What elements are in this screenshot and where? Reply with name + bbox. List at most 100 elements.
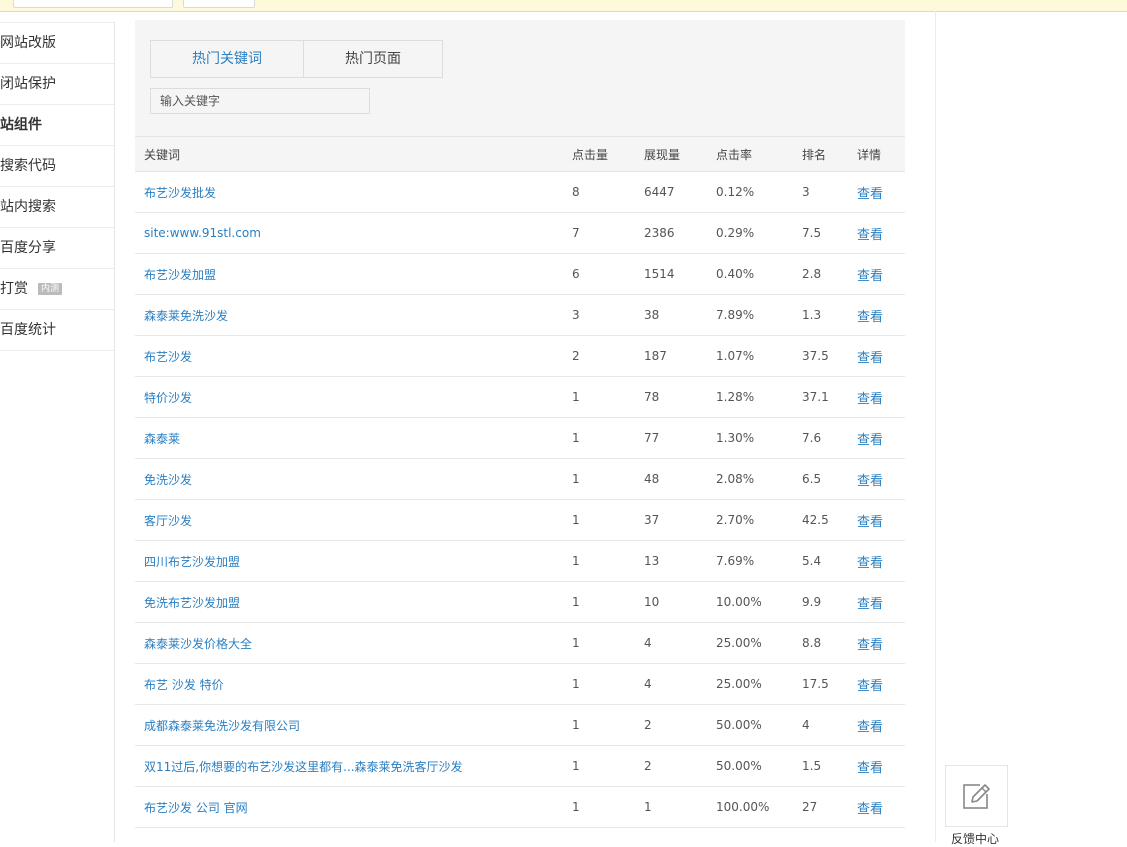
row-rank-cell: 2.8 bbox=[802, 254, 821, 294]
notice-bar-button[interactable] bbox=[183, 0, 255, 8]
row-ctr: 2.08% bbox=[716, 472, 755, 486]
row-ctr: 2.70% bbox=[716, 513, 755, 527]
row-clicks: 1 bbox=[572, 677, 580, 691]
sidebar-item[interactable]: 搜索代码 bbox=[0, 146, 114, 187]
table-row: 森泰莱沙发价格大全 1 4 25.00% 8.8 查看 bbox=[135, 623, 905, 664]
row-view-link[interactable]: 查看 bbox=[857, 429, 883, 448]
sidebar-item[interactable]: 打赏 内测 bbox=[0, 269, 114, 310]
sidebar-item[interactable]: 网站改版 bbox=[0, 22, 114, 64]
row-impressions-cell: 6447 bbox=[644, 172, 675, 212]
table-row: 特价沙发 1 78 1.28% 37.1 查看 bbox=[135, 377, 905, 418]
sidebar-item[interactable]: 百度统计 bbox=[0, 310, 114, 351]
row-keyword[interactable]: 双11过后,你想要的布艺沙发这里都有...森泰莱免洗客厅沙发 bbox=[144, 758, 463, 775]
row-view-link[interactable]: 查看 bbox=[857, 798, 883, 817]
feedback-button[interactable] bbox=[945, 765, 1008, 827]
row-view-link[interactable]: 查看 bbox=[857, 757, 883, 776]
tab-hot-pages[interactable]: 热门页面 bbox=[304, 41, 442, 77]
row-clicks: 8 bbox=[572, 185, 580, 199]
row-view-link-cell: 查看 bbox=[857, 377, 883, 417]
sidebar-item-label: 站组件 bbox=[0, 117, 42, 133]
row-rank-cell: 9.9 bbox=[802, 582, 821, 622]
row-view-link[interactable]: 查看 bbox=[857, 347, 883, 366]
row-view-link[interactable]: 查看 bbox=[857, 593, 883, 612]
row-keyword[interactable]: 特价沙发 bbox=[144, 389, 192, 406]
row-rank: 42.5 bbox=[802, 513, 829, 527]
row-keyword[interactable]: 布艺沙发加盟 bbox=[144, 266, 216, 283]
row-ctr-cell: 50.00% bbox=[716, 705, 762, 745]
row-view-link[interactable]: 查看 bbox=[857, 675, 883, 694]
row-clicks: 1 bbox=[572, 554, 580, 568]
row-view-link[interactable]: 查看 bbox=[857, 634, 883, 653]
row-clicks: 7 bbox=[572, 226, 580, 240]
row-view-link-cell: 查看 bbox=[857, 213, 883, 253]
row-rank: 2.8 bbox=[802, 267, 822, 281]
row-keyword[interactable]: 布艺沙发 公司 官网 bbox=[144, 799, 248, 816]
keyword-table: 关键词 点击量 展现量 点击率 排名 详情 布艺沙发批发 8 6447 0.12% 3 查… bbox=[135, 136, 905, 828]
row-clicks: 2 bbox=[572, 349, 580, 363]
row-ctr: 25.00% bbox=[716, 636, 762, 650]
sidebar-item[interactable]: 百度分享 bbox=[0, 228, 114, 269]
row-keyword-cell: 免洗布艺沙发加盟 bbox=[144, 582, 240, 622]
row-rank: 7.5 bbox=[802, 226, 822, 240]
row-keyword[interactable]: 森泰莱 bbox=[144, 430, 180, 447]
row-ctr: 7.69% bbox=[716, 554, 755, 568]
row-ctr-cell: 0.12% bbox=[716, 172, 754, 212]
row-keyword[interactable]: 森泰莱沙发价格大全 bbox=[144, 635, 252, 652]
row-ctr: 25.00% bbox=[716, 677, 762, 691]
row-view-link-cell: 查看 bbox=[857, 705, 883, 745]
row-keyword-cell: 客厅沙发 bbox=[144, 500, 192, 540]
row-view-link[interactable]: 查看 bbox=[857, 511, 883, 530]
row-keyword[interactable]: 成都森泰莱免洗沙发有限公司 bbox=[144, 717, 300, 734]
row-view-link[interactable]: 查看 bbox=[857, 265, 883, 284]
row-impressions-cell: 37 bbox=[644, 500, 659, 540]
row-keyword[interactable]: 布艺沙发批发 bbox=[144, 184, 216, 201]
table-body: 布艺沙发批发 8 6447 0.12% 3 查看 site:www.91stl.com 7 2 3… bbox=[135, 172, 905, 828]
row-rank: 17.5 bbox=[802, 677, 829, 691]
row-view-link[interactable]: 查看 bbox=[857, 224, 883, 243]
row-view-link[interactable]: 查看 bbox=[857, 183, 883, 202]
row-ctr-cell: 10.00% bbox=[716, 582, 762, 622]
sidebar-item-label: 打赏 bbox=[0, 281, 28, 297]
row-keyword[interactable]: 布艺沙发 bbox=[144, 348, 192, 365]
row-keyword-cell: 成都森泰莱免洗沙发有限公司 bbox=[144, 705, 300, 745]
row-view-link[interactable]: 查看 bbox=[857, 716, 883, 735]
row-clicks: 1 bbox=[572, 718, 580, 732]
keyword-search-input[interactable] bbox=[150, 88, 370, 114]
row-keyword[interactable]: site:www.91stl.com bbox=[144, 226, 261, 240]
sidebar-item[interactable]: 站组件 bbox=[0, 105, 114, 146]
notice-bar-input[interactable] bbox=[13, 0, 173, 8]
row-rank-cell: 3 bbox=[802, 172, 810, 212]
row-ctr-cell: 50.00% bbox=[716, 746, 762, 786]
sidebar-item-label: 站内搜索 bbox=[0, 199, 56, 215]
row-ctr: 1.07% bbox=[716, 349, 755, 363]
row-keyword[interactable]: 免洗沙发 bbox=[144, 471, 192, 488]
row-impressions: 4 bbox=[644, 677, 652, 691]
row-impressions-cell: 13 bbox=[644, 541, 659, 581]
row-view-link[interactable]: 查看 bbox=[857, 552, 883, 571]
table-row: 布艺沙发 2 187 1.07% 37.5 查看 bbox=[135, 336, 905, 377]
row-ctr: 0.40% bbox=[716, 267, 755, 281]
sidebar-item[interactable]: 闭站保护 bbox=[0, 64, 114, 105]
row-keyword[interactable]: 免洗布艺沙发加盟 bbox=[144, 594, 240, 611]
row-ctr: 10.00% bbox=[716, 595, 762, 609]
sidebar-item[interactable]: 站内搜索 bbox=[0, 187, 114, 228]
row-keyword[interactable]: 四川布艺沙发加盟 bbox=[144, 553, 240, 570]
row-rank: 9.9 bbox=[802, 595, 822, 609]
row-ctr-cell: 2.08% bbox=[716, 459, 754, 499]
row-view-link[interactable]: 查看 bbox=[857, 388, 883, 407]
row-view-link[interactable]: 查看 bbox=[857, 306, 883, 325]
beta-badge: 内测 bbox=[38, 283, 63, 295]
row-keyword[interactable]: 客厅沙发 bbox=[144, 512, 192, 529]
row-clicks: 1 bbox=[572, 472, 580, 486]
table-row: 客厅沙发 1 37 2.70% 42.5 查看 bbox=[135, 500, 905, 541]
row-ctr-cell: 25.00% bbox=[716, 664, 762, 704]
tab-hot-keywords[interactable]: 热门关键词 bbox=[151, 41, 304, 77]
row-clicks-cell: 2 bbox=[572, 336, 580, 376]
row-clicks: 1 bbox=[572, 431, 580, 445]
row-clicks-cell: 1 bbox=[572, 582, 580, 622]
row-keyword[interactable]: 布艺 沙发 特价 bbox=[144, 676, 224, 693]
row-rank-cell: 1.3 bbox=[802, 295, 821, 335]
row-impressions: 187 bbox=[644, 349, 667, 363]
row-keyword[interactable]: 森泰莱免洗沙发 bbox=[144, 307, 228, 324]
row-view-link[interactable]: 查看 bbox=[857, 470, 883, 489]
